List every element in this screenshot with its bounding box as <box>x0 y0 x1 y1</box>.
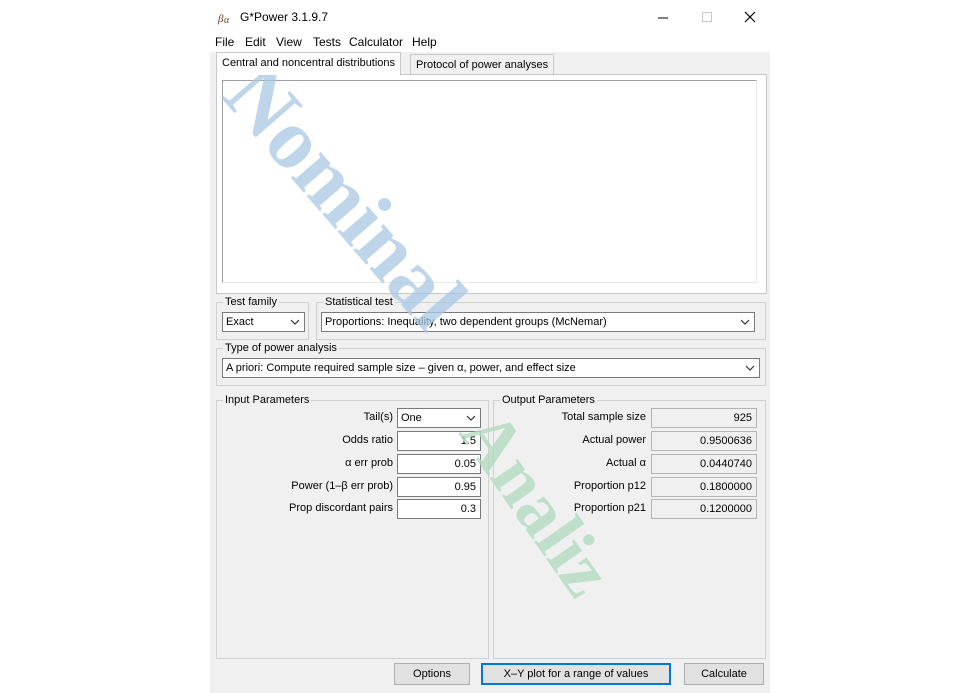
input-parameters-title: Input Parameters <box>223 394 312 406</box>
actual-alpha-value: 0.0440740 <box>651 454 757 474</box>
total-sample-size-value: 925 <box>651 408 757 428</box>
proportion-p12-value: 0.1800000 <box>651 477 757 497</box>
menu-calculator[interactable]: Calculator <box>349 35 403 49</box>
proportion-p21-label: Proportion p21 <box>573 502 646 514</box>
statistical-test-group: Statistical test Proportions: Inequality… <box>316 296 766 340</box>
statistical-test-label: Statistical test <box>323 296 395 308</box>
menu-tests[interactable]: Tests <box>313 35 341 49</box>
tab-distributions[interactable]: Central and noncentral distributions <box>216 52 402 75</box>
alpha-err-prob-input[interactable]: 0.05 <box>397 454 481 474</box>
odds-ratio-label: Odds ratio <box>342 434 393 446</box>
statistical-test-value: Proportions: Inequality, two dependent g… <box>325 316 607 328</box>
chevron-down-icon <box>745 365 755 371</box>
prop-discordant-pairs-label: Prop discordant pairs <box>289 502 393 514</box>
chevron-down-icon <box>290 319 300 325</box>
output-parameters-group: Output Parameters Total sample size 925 … <box>493 394 766 659</box>
options-button[interactable]: Options <box>394 663 470 685</box>
menu-help[interactable]: Help <box>412 35 437 49</box>
tails-value: One <box>401 412 422 424</box>
input-parameters-group: Input Parameters Tail(s) One Odds ratio … <box>216 394 489 659</box>
distributions-panel <box>216 74 767 294</box>
actual-power-value: 0.9500636 <box>651 431 757 451</box>
menu-bar: File Edit View Tests Calculator Help <box>210 34 770 52</box>
test-family-group: Test family Exact <box>216 296 309 340</box>
alpha-err-prob-label: α err prob <box>345 457 393 469</box>
close-button[interactable] <box>728 0 772 34</box>
window-title: G*Power 3.1.9.7 <box>240 10 329 24</box>
odds-ratio-input[interactable]: 1.5 <box>397 431 481 451</box>
proportion-p12-label: Proportion p12 <box>573 480 646 492</box>
proportion-p21-value: 0.1200000 <box>651 499 757 519</box>
tab-protocol[interactable]: Protocol of power analyses <box>410 54 555 75</box>
power-label: Power (1–β err prob) <box>291 480 393 492</box>
actual-alpha-label: Actual α <box>606 457 646 469</box>
actual-power-label: Actual power <box>582 434 646 446</box>
tails-select[interactable]: One <box>397 408 481 428</box>
chevron-down-icon <box>466 415 476 421</box>
power-analysis-value: A priori: Compute required sample size –… <box>226 362 576 374</box>
menu-file[interactable]: File <box>215 35 234 49</box>
distribution-plot-area <box>222 80 757 283</box>
svg-text:α: α <box>224 15 230 26</box>
prop-discordant-pairs-input[interactable]: 0.3 <box>397 499 481 519</box>
power-analysis-group: Type of power analysis A priori: Compute… <box>216 342 766 386</box>
power-input[interactable]: 0.95 <box>397 477 481 497</box>
test-family-value: Exact <box>226 316 254 328</box>
minimize-button[interactable] <box>641 0 685 34</box>
menu-edit[interactable]: Edit <box>245 35 266 49</box>
power-analysis-label: Type of power analysis <box>223 342 339 354</box>
output-parameters-title: Output Parameters <box>500 394 597 406</box>
gpower-window: β α G*Power 3.1.9.7 File Edit View Tests… <box>210 0 770 693</box>
power-analysis-select[interactable]: A priori: Compute required sample size –… <box>222 358 760 378</box>
tails-label: Tail(s) <box>363 411 393 423</box>
total-sample-size-label: Total sample size <box>561 411 646 423</box>
calculate-button[interactable]: Calculate <box>684 663 764 685</box>
title-bar: β α G*Power 3.1.9.7 <box>210 0 770 34</box>
maximize-icon <box>701 11 712 22</box>
minimize-icon <box>657 17 668 18</box>
menu-view[interactable]: View <box>276 35 302 49</box>
maximize-button[interactable] <box>685 0 729 34</box>
test-family-select[interactable]: Exact <box>222 312 305 332</box>
xy-plot-button[interactable]: X–Y plot for a range of values <box>481 663 671 685</box>
gpower-app-icon: β α <box>218 13 230 26</box>
statistical-test-select[interactable]: Proportions: Inequality, two dependent g… <box>321 312 755 332</box>
close-icon <box>744 11 756 23</box>
chevron-down-icon <box>740 319 750 325</box>
test-family-label: Test family <box>223 296 279 308</box>
